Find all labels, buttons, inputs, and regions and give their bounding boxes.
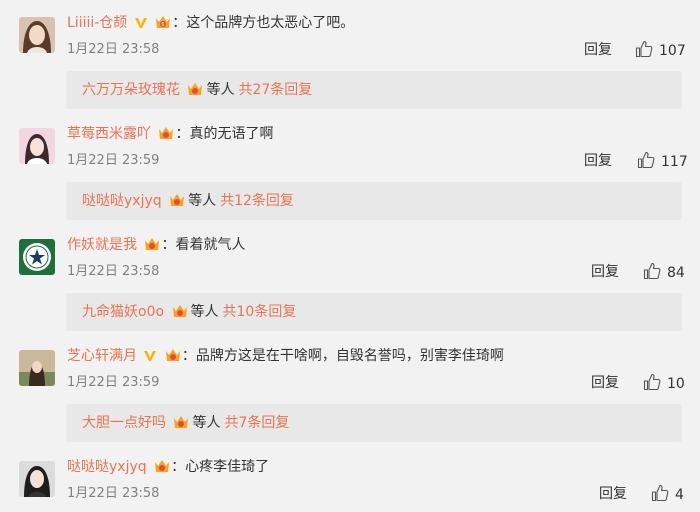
colon: ： — [172, 15, 187, 31]
thumbs-up-icon — [643, 373, 661, 391]
like-button[interactable]: 107 — [635, 40, 686, 60]
member-crown-icon — [164, 347, 182, 369]
verified-v-icon — [143, 349, 157, 369]
reply-username[interactable]: 哒哒哒yxjyq — [82, 193, 162, 209]
colon: ： — [161, 237, 176, 253]
thumbs-up-icon — [637, 151, 655, 169]
member-crown-icon — [157, 125, 175, 147]
comment-header: Liiiii-仓颉 6 ：这个品牌方也太恶心了吧。 — [67, 13, 354, 33]
username-link[interactable]: 哒哒哒yxjyq — [67, 459, 147, 475]
member-crown-icon: 6 — [154, 14, 172, 36]
avatar[interactable] — [19, 128, 55, 164]
member-crown-icon — [153, 458, 171, 480]
reply-thread-summary[interactable]: 九命猫妖o0o 等人 共10条回复 — [66, 293, 682, 331]
reply-thread-summary[interactable]: 哒哒哒yxjyq 等人 共12条回复 — [66, 182, 682, 220]
comment-header: 哒哒哒yxjyq ：心疼李佳琦了 — [67, 457, 269, 477]
member-crown-icon — [168, 185, 186, 223]
reply-count-link[interactable]: 共7条回复 — [224, 415, 289, 431]
reply-button[interactable]: 回复 — [584, 152, 612, 170]
username-link[interactable]: Liiiii-仓颉 — [67, 15, 127, 31]
colon: ： — [175, 126, 190, 142]
reply-count-link[interactable]: 共27条回复 — [238, 82, 312, 98]
like-button[interactable]: 117 — [637, 151, 688, 171]
member-crown-icon — [186, 74, 204, 112]
thumbs-up-icon — [635, 40, 653, 58]
reply-button[interactable]: 回复 — [599, 485, 627, 503]
reply-button[interactable]: 回复 — [591, 263, 619, 281]
like-count: 10 — [667, 376, 685, 392]
reply-etc: 等人 — [192, 415, 221, 431]
member-crown-icon — [143, 236, 161, 258]
thumbs-up-icon — [643, 262, 661, 280]
reply-button[interactable]: 回复 — [584, 41, 612, 59]
comment-text: 看着就气人 — [175, 237, 246, 253]
colon: ： — [171, 459, 186, 475]
comment-header: 芝心轩满月 ：品牌方这是在干啥啊，自毁名誉吗，别害李佳琦啊 — [67, 346, 504, 366]
reply-thread-summary[interactable]: 六万万朵玫瑰花 等人 共27条回复 — [66, 71, 682, 109]
like-button[interactable]: 84 — [643, 262, 685, 282]
comment-header: 草莓西米露吖 ：真的无语了啊 — [67, 124, 273, 144]
comment-text: 真的无语了啊 — [189, 126, 274, 142]
comment-time: 1月22日 23:58 — [67, 486, 160, 501]
svg-text:6: 6 — [162, 22, 165, 28]
member-crown-icon — [172, 407, 190, 445]
username-link[interactable]: 芝心轩满月 — [67, 348, 137, 364]
comment-time: 1月22日 23:58 — [67, 264, 160, 279]
reply-username[interactable]: 六万万朵玫瑰花 — [82, 82, 180, 98]
thumbs-up-icon — [651, 484, 669, 502]
comment-text: 心疼李佳琦了 — [185, 459, 270, 475]
reply-thread-summary[interactable]: 大胆一点好吗 等人 共7条回复 — [66, 404, 682, 442]
comment-header: 作妖就是我 ：看着就气人 — [67, 235, 245, 255]
reply-username[interactable]: 九命猫妖o0o — [82, 304, 164, 320]
comment-time: 1月22日 23:58 — [67, 42, 160, 57]
reply-count-link[interactable]: 共12条回复 — [220, 193, 294, 209]
reply-username[interactable]: 大胆一点好吗 — [82, 415, 166, 431]
comment-text: 品牌方这是在干啥啊，自毁名誉吗，别害李佳琦啊 — [195, 348, 504, 364]
like-count: 4 — [675, 487, 684, 503]
comment-text: 这个品牌方也太恶心了吧。 — [186, 15, 355, 31]
reply-button[interactable]: 回复 — [591, 374, 619, 392]
username-link[interactable]: 作妖就是我 — [67, 237, 137, 253]
like-button[interactable]: 10 — [643, 373, 685, 393]
avatar[interactable] — [19, 350, 55, 386]
reply-etc: 等人 — [206, 82, 235, 98]
verified-v-icon — [134, 16, 148, 36]
reply-etc: 等人 — [188, 193, 217, 209]
avatar[interactable] — [19, 239, 55, 275]
avatar[interactable] — [19, 461, 55, 497]
reply-etc: 等人 — [190, 304, 219, 320]
avatar[interactable] — [19, 17, 55, 53]
member-crown-icon — [171, 296, 189, 334]
comment-time: 1月22日 23:59 — [67, 153, 160, 168]
like-button[interactable]: 4 — [651, 484, 684, 504]
like-count: 117 — [661, 154, 688, 170]
comment-time: 1月22日 23:59 — [67, 375, 160, 390]
like-count: 107 — [659, 43, 686, 59]
like-count: 84 — [667, 265, 685, 281]
colon: ： — [181, 348, 196, 364]
username-link[interactable]: 草莓西米露吖 — [67, 126, 151, 142]
reply-count-link[interactable]: 共10条回复 — [223, 304, 297, 320]
